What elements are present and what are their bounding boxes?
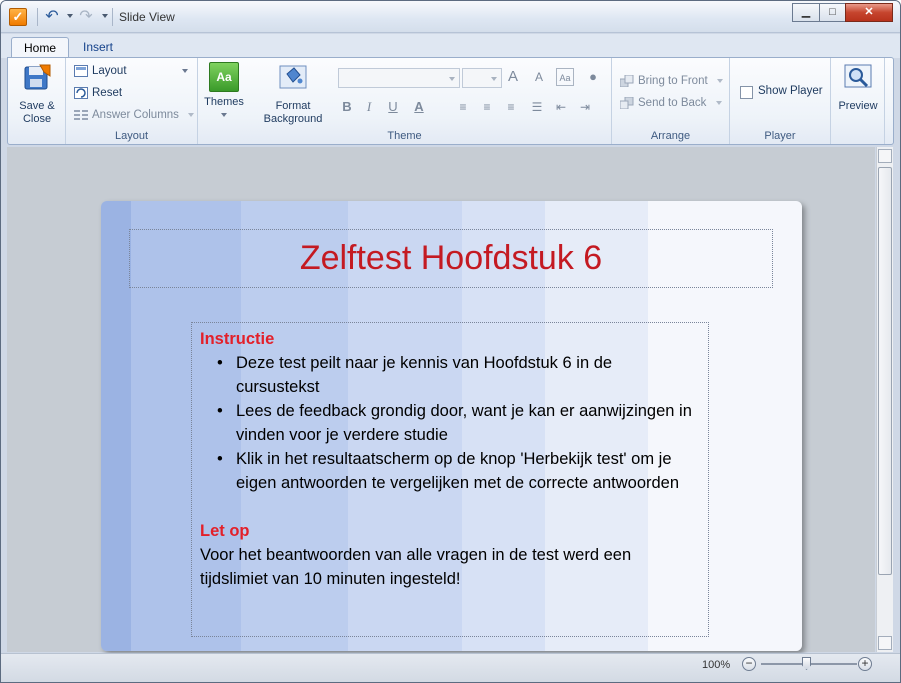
- theme-group: Aa Themes Format Background A A Aa ● B I: [198, 58, 612, 144]
- format-background-line2: Background: [263, 113, 323, 125]
- app-check-icon[interactable]: ✓: [9, 8, 27, 26]
- font-size-combo[interactable]: [462, 68, 502, 88]
- grow-font-icon[interactable]: A: [504, 68, 522, 86]
- preview-label: Preview: [838, 100, 878, 112]
- list-item: Deze test peilt naar je kennis van Hoofd…: [217, 351, 700, 399]
- themes-icon: Aa: [209, 62, 239, 92]
- title-bar: ✓ ↶ ↷ Slide View ▁ □ ✕: [1, 1, 900, 33]
- reset-label: Reset: [92, 87, 123, 99]
- qat-separator: [37, 8, 38, 26]
- zoom-slider-thumb[interactable]: [802, 657, 811, 670]
- scroll-thumb[interactable]: [878, 167, 892, 575]
- align-left-icon[interactable]: ≡: [454, 98, 472, 116]
- ribbon: Save & Close Layout Reset Answer Columns…: [7, 57, 894, 145]
- slide-content-box[interactable]: Instructie Deze test peilt naar je kenni…: [191, 322, 709, 637]
- magnifier-icon: [844, 64, 872, 88]
- instruction-heading: Instructie: [200, 330, 275, 348]
- columns-icon: [74, 110, 88, 120]
- answer-columns-dropdown-icon: [188, 112, 195, 117]
- player-group-label: Player: [764, 130, 796, 142]
- save-disk-icon: [24, 64, 51, 90]
- shrink-font-icon[interactable]: A: [530, 68, 548, 86]
- list-item: Klik in het resultaatscherm op de knop '…: [217, 447, 700, 495]
- theme-group-label: Theme: [387, 130, 422, 142]
- bullet-list-icon[interactable]: ☰: [528, 98, 546, 116]
- note-heading: Let op: [200, 522, 250, 540]
- themes-button[interactable]: Aa Themes: [202, 62, 246, 122]
- maximize-icon[interactable]: □: [819, 3, 846, 22]
- format-background-button[interactable]: Format Background: [258, 62, 328, 126]
- layout-button[interactable]: Layout: [74, 62, 192, 80]
- status-bar: 100% − +: [1, 653, 900, 682]
- answer-columns-label: Answer Columns: [92, 109, 179, 121]
- send-to-back-dropdown-icon: [715, 100, 722, 105]
- layout-label: Layout: [92, 65, 127, 77]
- layout-group: Layout Reset Answer Columns Layout: [66, 58, 198, 144]
- layout-group-label: Layout: [114, 130, 149, 142]
- layout-dropdown-icon: [182, 69, 188, 73]
- align-right-icon[interactable]: ≡: [502, 98, 520, 116]
- zoom-level: 100%: [702, 659, 731, 671]
- paint-bucket-icon: [279, 65, 307, 89]
- instruction-list: Deze test peilt naar je kennis van Hoofd…: [217, 351, 700, 495]
- align-center-icon[interactable]: ≡: [478, 98, 496, 116]
- italic-icon[interactable]: I: [360, 98, 378, 116]
- save-close-line2: Close: [22, 113, 52, 125]
- list-item: Lees de feedback grondig door, want je k…: [217, 399, 700, 447]
- save-close-button[interactable]: Save & Close: [13, 62, 61, 126]
- save-close-line1: Save &: [19, 100, 55, 112]
- vertical-scrollbar[interactable]: [876, 147, 893, 652]
- text-effect-icon[interactable]: ●: [584, 68, 602, 86]
- scroll-up-icon[interactable]: [878, 149, 892, 163]
- increase-indent-icon[interactable]: ⇥: [576, 98, 594, 116]
- layout-icon: [74, 65, 88, 77]
- show-player-checkbox[interactable]: [740, 86, 753, 99]
- arrange-group: Bring to Front Send to Back Arrange: [612, 58, 730, 144]
- undo-icon[interactable]: ↶: [43, 8, 61, 26]
- window-title: Slide View: [119, 10, 175, 24]
- tab-insert[interactable]: Insert: [71, 37, 125, 59]
- themes-dropdown-icon: [221, 113, 227, 118]
- undo-dropdown-icon[interactable]: [67, 14, 73, 18]
- preview-button[interactable]: Preview: [835, 62, 881, 113]
- font-color-icon[interactable]: A: [410, 98, 428, 116]
- player-group: Show Player Player: [730, 58, 831, 144]
- slide-view-window: ✓ ↶ ↷ Slide View ▁ □ ✕ Home Insert Save: [0, 0, 901, 683]
- show-player-label: Show Player: [758, 85, 823, 97]
- underline-icon[interactable]: U: [384, 98, 402, 116]
- format-background-line1: Format: [275, 100, 311, 112]
- slide-title[interactable]: Zelftest Hoofdstuk 6: [129, 229, 773, 288]
- note-text: Voor het beantwoorden van alle vragen in…: [200, 546, 632, 588]
- bold-icon[interactable]: B: [338, 98, 356, 116]
- zoom-in-icon[interactable]: +: [858, 657, 872, 671]
- slide: Zelftest Hoofdstuk 6 Instructie Deze tes…: [101, 201, 802, 651]
- arrange-group-label: Arrange: [650, 130, 691, 142]
- customize-qat-icon[interactable]: [102, 14, 108, 18]
- bring-to-front-dropdown-icon: [716, 78, 723, 83]
- send-to-back-label: Send to Back: [638, 97, 707, 109]
- reset-icon: [74, 87, 88, 99]
- answer-columns-button[interactable]: Answer Columns: [74, 106, 195, 124]
- bring-to-front-button[interactable]: Bring to Front: [620, 72, 723, 90]
- qat-separator: [112, 8, 113, 26]
- send-to-back-button[interactable]: Send to Back: [620, 94, 722, 112]
- save-group: Save & Close: [8, 58, 66, 144]
- themes-label: Themes: [204, 96, 244, 108]
- zoom-out-icon[interactable]: −: [742, 657, 756, 671]
- close-icon[interactable]: ✕: [845, 3, 893, 22]
- clear-format-icon[interactable]: Aa: [556, 68, 574, 86]
- preview-group: Preview: [831, 58, 885, 144]
- ribbon-tabs: Home Insert: [1, 34, 900, 59]
- scroll-down-icon[interactable]: [878, 636, 892, 650]
- redo-icon[interactable]: ↷: [77, 8, 95, 26]
- tab-home[interactable]: Home: [11, 37, 70, 59]
- bring-to-front-icon: [620, 75, 634, 87]
- send-to-back-icon: [620, 97, 634, 109]
- minimize-icon[interactable]: ▁: [792, 3, 820, 22]
- decrease-indent-icon[interactable]: ⇤: [552, 98, 570, 116]
- reset-button[interactable]: Reset: [74, 84, 122, 102]
- bring-to-front-label: Bring to Front: [638, 75, 708, 87]
- font-family-combo[interactable]: [338, 68, 460, 88]
